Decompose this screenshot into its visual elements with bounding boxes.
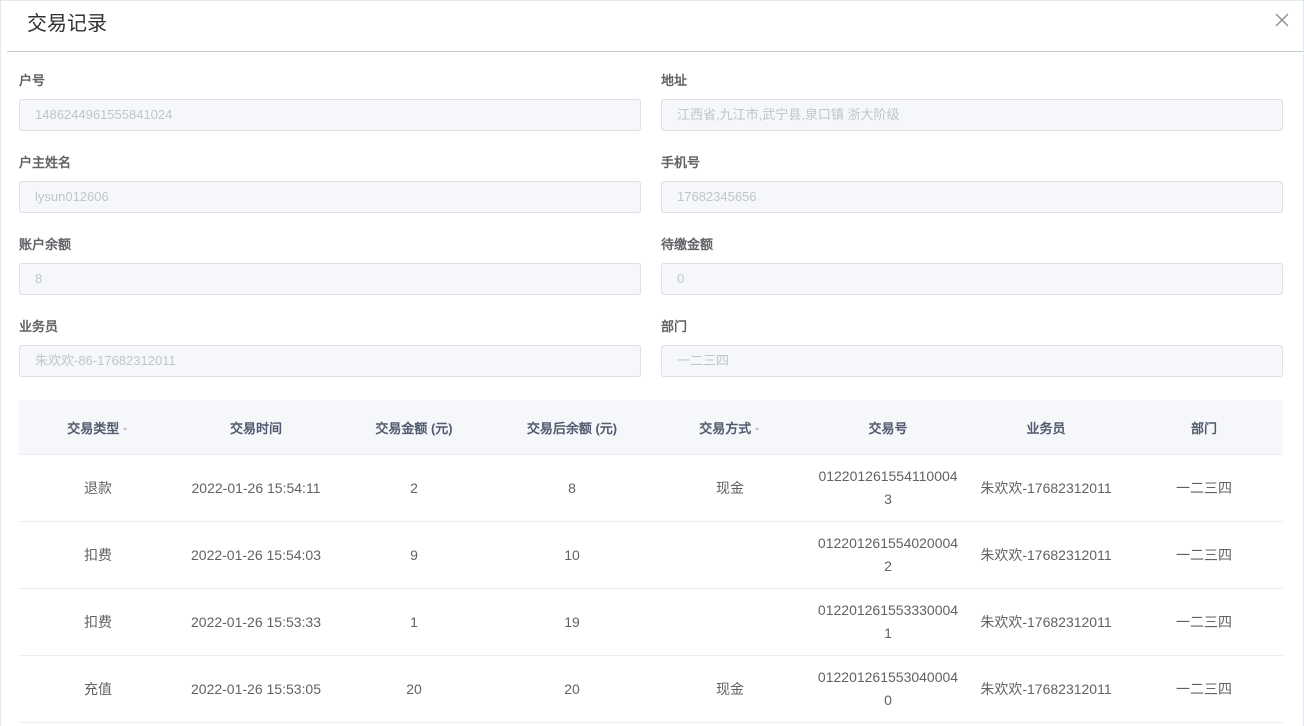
form-item-balance: 账户余额 8 (19, 237, 641, 295)
cell-time: 2022-01-26 15:53:05 (191, 680, 321, 697)
column-header-label: 交易号 (868, 420, 908, 436)
cell-time: 2022-01-26 15:53:33 (191, 613, 321, 630)
form-item-address: 地址 江西省,九江市,武宁县,泉口镇 浙大阶级 (661, 73, 1283, 131)
form-item-account-no: 户号 1486244961555841024 (19, 73, 641, 131)
cell-transaction-no: 0122012615541100043 (818, 468, 958, 507)
cell-amount: 2 (410, 479, 418, 496)
cell-balance-after: 8 (568, 479, 576, 496)
column-header-amount: 交易金额 (元) (335, 400, 493, 454)
account-no-field[interactable]: 1486244961555841024 (19, 99, 641, 131)
cell-amount: 1 (410, 613, 418, 630)
sort-caret-icon[interactable]: ⌄ (121, 422, 129, 433)
dialog-header: 交易记录 (7, 1, 1303, 52)
sort-caret-icon[interactable]: ⌄ (753, 422, 761, 433)
phone-field[interactable]: 17682345656 (661, 181, 1283, 213)
column-header-label: 业务员 (1026, 420, 1066, 436)
table-row[interactable]: 退款 2022-01-26 15:54:11 2 8 现金 0122012615… (19, 455, 1283, 522)
cell-type: 退款 (84, 479, 112, 496)
cell-time: 2022-01-26 15:54:03 (191, 546, 321, 563)
cell-salesman: 朱欢欢-17682312011 (980, 613, 1112, 630)
column-header-label: 交易类型 (67, 420, 120, 436)
cell-balance-after: 20 (564, 680, 580, 697)
cell-transaction-no: 0122012615533300041 (817, 602, 959, 641)
column-header-label: 交易方式 (699, 420, 752, 436)
cell-type: 充值 (84, 680, 112, 697)
cell-method: 现金 (716, 680, 744, 697)
column-header-salesman: 业务员 (967, 400, 1125, 454)
column-header-balance-after: 交易后余额 (元) (493, 400, 651, 454)
close-icon[interactable] (1273, 11, 1291, 29)
cell-type: 扣费 (84, 613, 112, 630)
department-label: 部门 (661, 319, 688, 334)
account-no-label: 户号 (19, 73, 46, 88)
salesman-field[interactable]: 朱欢欢-86-17682312011 (19, 345, 641, 377)
cell-method (651, 522, 809, 588)
column-header-time: 交易时间 (177, 400, 335, 454)
balance-label: 账户余额 (19, 237, 72, 252)
owner-name-field[interactable]: lysun012606 (19, 181, 641, 213)
cell-amount: 9 (410, 546, 418, 563)
address-field[interactable]: 江西省,九江市,武宁县,泉口镇 浙大阶级 (661, 99, 1283, 131)
cell-department: 一二三四 (1176, 546, 1232, 563)
table-row[interactable]: 充值 2022-01-26 15:53:05 20 20 现金 01220126… (19, 656, 1283, 723)
cell-balance-after: 19 (564, 613, 580, 630)
transactions-table: 交易类型 ⌄ 交易时间 交易金额 (元) 交易后余额 (元) 交易方式 ⌄ 交易… (19, 400, 1283, 723)
form-item-owner-name: 户主姓名 lysun012606 (19, 155, 641, 213)
phone-label: 手机号 (661, 155, 701, 170)
table-row[interactable]: 扣费 2022-01-26 15:54:03 9 10 012201261554… (19, 522, 1283, 589)
salesman-label: 业务员 (19, 319, 59, 334)
column-header-type[interactable]: 交易类型 ⌄ (19, 400, 177, 454)
cell-time: 2022-01-26 15:54:11 (191, 479, 321, 496)
cell-department: 一二三四 (1176, 680, 1232, 697)
column-header-transaction-no: 交易号 (809, 400, 967, 454)
form-item-department: 部门 一二三四 (661, 319, 1283, 377)
department-field[interactable]: 一二三四 (661, 345, 1283, 377)
column-header-label: 交易后余额 (元) (526, 420, 618, 436)
cell-method: 现金 (716, 479, 744, 496)
form-item-pending: 待缴金额 0 (661, 237, 1283, 295)
column-header-label: 部门 (1190, 420, 1217, 436)
cell-department: 一二三四 (1176, 479, 1232, 496)
form-item-phone: 手机号 17682345656 (661, 155, 1283, 213)
form-item-salesman: 业务员 朱欢欢-86-17682312011 (19, 319, 641, 377)
column-header-label: 交易金额 (元) (375, 420, 453, 436)
transaction-records-dialog: 交易记录 户号 1486244961555841024 地址 江西省,九江市,武… (0, 0, 1304, 726)
dialog-title: 交易记录 (27, 13, 107, 35)
table-header: 交易类型 ⌄ 交易时间 交易金额 (元) 交易后余额 (元) 交易方式 ⌄ 交易… (19, 400, 1283, 455)
cell-salesman: 朱欢欢-17682312011 (980, 546, 1112, 563)
cell-method (651, 589, 809, 655)
cell-salesman: 朱欢欢-17682312011 (980, 680, 1112, 697)
pending-amount-label: 待缴金额 (661, 237, 714, 252)
address-label: 地址 (661, 73, 688, 88)
balance-field[interactable]: 8 (19, 263, 641, 295)
cell-balance-after: 10 (564, 546, 580, 563)
table-row[interactable]: 扣费 2022-01-26 15:53:33 1 19 012201261553… (19, 589, 1283, 656)
column-header-label: 交易时间 (229, 420, 282, 436)
owner-name-label: 户主姓名 (19, 155, 72, 170)
cell-type: 扣费 (84, 546, 112, 563)
column-header-department: 部门 (1125, 400, 1283, 454)
cell-amount: 20 (406, 680, 422, 697)
column-header-method[interactable]: 交易方式 ⌄ (651, 400, 809, 454)
cell-department: 一二三四 (1176, 613, 1232, 630)
cell-transaction-no: 0122012615540200042 (817, 535, 959, 574)
pending-amount-field[interactable]: 0 (661, 263, 1283, 295)
cell-salesman: 朱欢欢-17682312011 (980, 479, 1112, 496)
cell-transaction-no: 0122012615530400040 (817, 669, 959, 708)
